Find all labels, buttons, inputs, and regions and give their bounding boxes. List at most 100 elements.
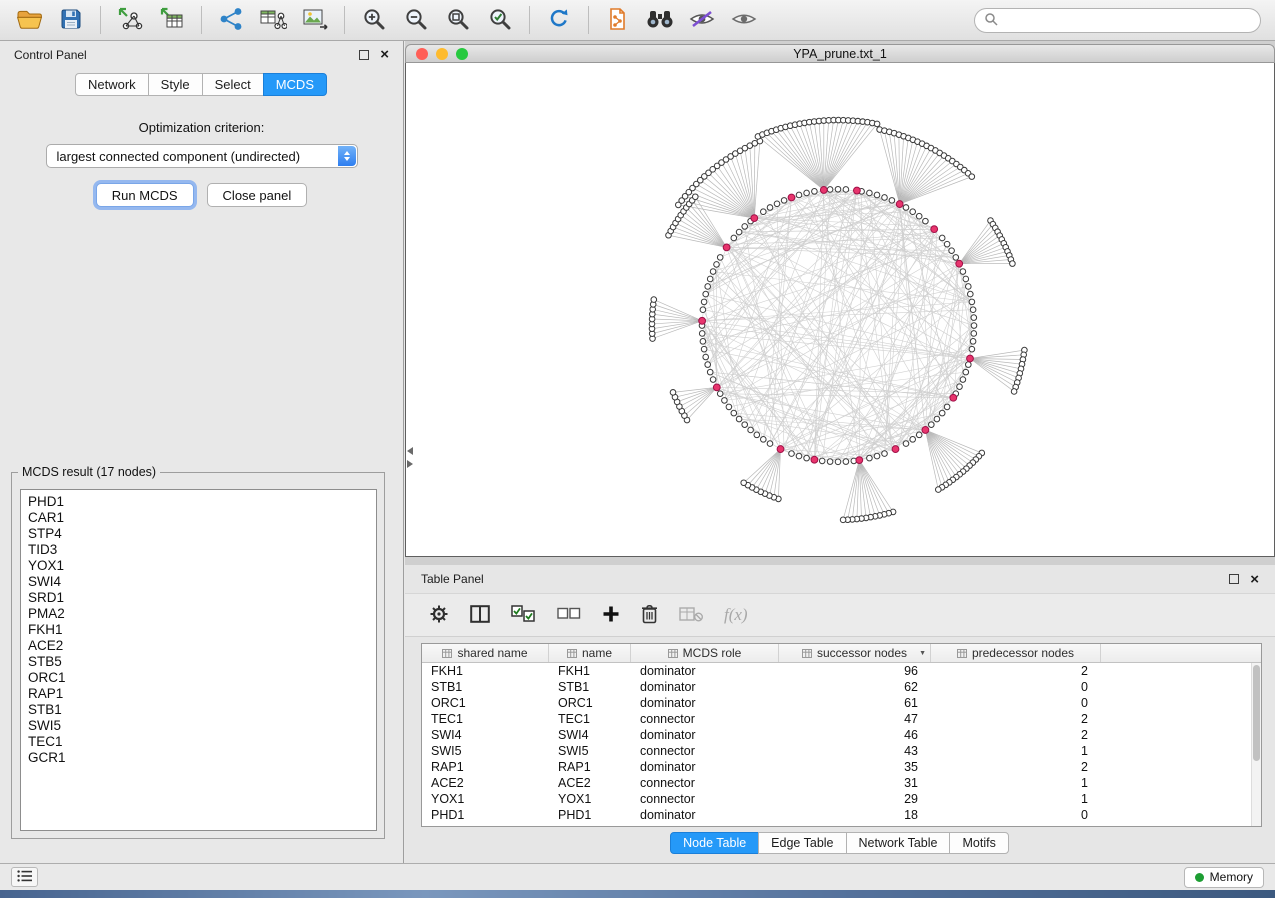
tab-motifs[interactable]: Motifs bbox=[949, 832, 1008, 854]
table-panel: Table Panel × f(x) shared namenameMCDS r… bbox=[405, 565, 1275, 863]
table-options-button[interactable] bbox=[429, 604, 449, 627]
table-row[interactable]: FKH1FKH1dominator962 bbox=[422, 663, 1251, 679]
show-columns-button[interactable] bbox=[470, 605, 490, 626]
desktop-wallpaper bbox=[0, 890, 1275, 898]
maximize-window-light[interactable] bbox=[456, 48, 468, 60]
result-item[interactable]: YOX1 bbox=[28, 558, 376, 574]
tab-style[interactable]: Style bbox=[148, 73, 203, 96]
table-row[interactable]: STB1STB1dominator620 bbox=[422, 679, 1251, 695]
control-panel: Control Panel × NetworkStyleSelectMCDS O… bbox=[0, 41, 404, 863]
show-details-button[interactable] bbox=[725, 4, 763, 37]
tab-node-table[interactable]: Node Table bbox=[670, 832, 759, 854]
result-item[interactable]: SWI4 bbox=[28, 574, 376, 590]
run-mcds-button[interactable]: Run MCDS bbox=[96, 183, 194, 207]
column-header[interactable]: predecessor nodes bbox=[931, 644, 1101, 662]
deselect-all-button[interactable] bbox=[557, 607, 581, 623]
open-file-button[interactable] bbox=[10, 4, 48, 37]
result-item[interactable]: STP4 bbox=[28, 526, 376, 542]
memory-button[interactable]: Memory bbox=[1184, 867, 1264, 888]
cell-successors: 96 bbox=[779, 664, 931, 678]
save-session-button[interactable] bbox=[52, 4, 90, 37]
column-header[interactable]: successor nodes▼ bbox=[779, 644, 931, 662]
tab-network[interactable]: Network bbox=[75, 73, 149, 96]
tab-mcds[interactable]: MCDS bbox=[263, 73, 327, 96]
column-header[interactable]: shared name bbox=[422, 644, 549, 662]
result-item[interactable]: ACE2 bbox=[28, 638, 376, 654]
result-item[interactable]: PMA2 bbox=[28, 606, 376, 622]
result-item[interactable]: SRD1 bbox=[28, 590, 376, 606]
search-input[interactable] bbox=[1004, 12, 1251, 28]
tab-select[interactable]: Select bbox=[202, 73, 264, 96]
result-item[interactable]: ORC1 bbox=[28, 670, 376, 686]
close-panel-icon[interactable]: × bbox=[380, 47, 389, 62]
delete-table-icon bbox=[679, 606, 703, 625]
zoom-fit-button[interactable] bbox=[439, 4, 477, 37]
hide-details-button[interactable] bbox=[683, 4, 721, 37]
close-table-panel-icon[interactable]: × bbox=[1250, 572, 1259, 587]
select-all-button[interactable] bbox=[511, 605, 536, 626]
zoom-selected-button[interactable] bbox=[481, 4, 519, 37]
result-item[interactable]: FKH1 bbox=[28, 622, 376, 638]
tab-network-table[interactable]: Network Table bbox=[846, 832, 951, 854]
refresh-view-button[interactable] bbox=[540, 4, 578, 37]
column-header[interactable]: MCDS role bbox=[631, 644, 779, 662]
network-from-table-button[interactable] bbox=[254, 4, 292, 37]
new-network-button[interactable] bbox=[212, 4, 250, 37]
delete-column-button[interactable] bbox=[641, 604, 658, 627]
result-item[interactable]: GCR1 bbox=[28, 750, 376, 766]
function-builder-button[interactable]: f(x) bbox=[724, 605, 748, 625]
result-item[interactable]: SWI5 bbox=[28, 718, 376, 734]
table-row[interactable]: SWI4SWI4dominator462 bbox=[422, 727, 1251, 743]
network-window-titlebar[interactable]: YPA_prune.txt_1 bbox=[405, 44, 1275, 63]
criterion-select[interactable]: largest connected component (undirected) bbox=[46, 144, 358, 168]
cell-name: PHD1 bbox=[549, 808, 631, 822]
table-scrollbar[interactable] bbox=[1251, 663, 1261, 826]
table-row[interactable]: ORC1ORC1dominator610 bbox=[422, 695, 1251, 711]
task-history-button[interactable] bbox=[11, 867, 38, 887]
cell-role: connector bbox=[631, 744, 779, 758]
network-window: YPA_prune.txt_1 bbox=[405, 44, 1275, 557]
zoom-out-button[interactable] bbox=[397, 4, 435, 37]
table-row[interactable]: PHD1PHD1dominator180 bbox=[422, 807, 1251, 823]
delete-table-button[interactable] bbox=[679, 606, 703, 625]
zoom-in-icon bbox=[362, 7, 386, 34]
gear-icon bbox=[429, 604, 449, 627]
add-column-button[interactable] bbox=[602, 605, 620, 626]
columns-icon bbox=[470, 605, 490, 626]
close-panel-button[interactable]: Close panel bbox=[207, 183, 308, 207]
refresh-icon bbox=[547, 7, 571, 34]
import-network-button[interactable] bbox=[111, 4, 149, 37]
plus-icon bbox=[602, 605, 620, 626]
import-table-button[interactable] bbox=[153, 4, 191, 37]
result-item[interactable]: TID3 bbox=[28, 542, 376, 558]
result-item[interactable]: RAP1 bbox=[28, 686, 376, 702]
toolbar-separator bbox=[201, 6, 202, 34]
result-item[interactable]: STB1 bbox=[28, 702, 376, 718]
scrollbar-thumb[interactable] bbox=[1253, 665, 1260, 761]
cell-name: YOX1 bbox=[549, 792, 631, 806]
float-panel-icon[interactable] bbox=[359, 50, 369, 60]
export-image-button[interactable] bbox=[296, 4, 334, 37]
network-canvas[interactable] bbox=[405, 63, 1275, 557]
table-row[interactable]: SWI5SWI5connector431 bbox=[422, 743, 1251, 759]
float-table-panel-icon[interactable] bbox=[1229, 574, 1239, 584]
cell-predecessors: 0 bbox=[931, 808, 1101, 822]
network-graph bbox=[406, 63, 1274, 556]
find-button[interactable] bbox=[641, 4, 679, 37]
table-row[interactable]: RAP1RAP1dominator352 bbox=[422, 759, 1251, 775]
mcds-result-list[interactable]: PHD1CAR1STP4TID3YOX1SWI4SRD1PMA2FKH1ACE2… bbox=[20, 489, 377, 831]
clone-network-button[interactable] bbox=[599, 4, 637, 37]
table-row[interactable]: ACE2ACE2connector311 bbox=[422, 775, 1251, 791]
result-item[interactable]: TEC1 bbox=[28, 734, 376, 750]
column-header[interactable]: name bbox=[549, 644, 631, 662]
result-item[interactable]: STB5 bbox=[28, 654, 376, 670]
table-row[interactable]: TEC1TEC1connector472 bbox=[422, 711, 1251, 727]
tab-edge-table[interactable]: Edge Table bbox=[758, 832, 846, 854]
zoom-in-button[interactable] bbox=[355, 4, 393, 37]
result-item[interactable]: CAR1 bbox=[28, 510, 376, 526]
table-row[interactable]: YOX1YOX1connector291 bbox=[422, 791, 1251, 807]
splitter-collapse-icon[interactable] bbox=[407, 447, 413, 468]
close-window-light[interactable] bbox=[416, 48, 428, 60]
minimize-window-light[interactable] bbox=[436, 48, 448, 60]
result-item[interactable]: PHD1 bbox=[28, 494, 376, 510]
